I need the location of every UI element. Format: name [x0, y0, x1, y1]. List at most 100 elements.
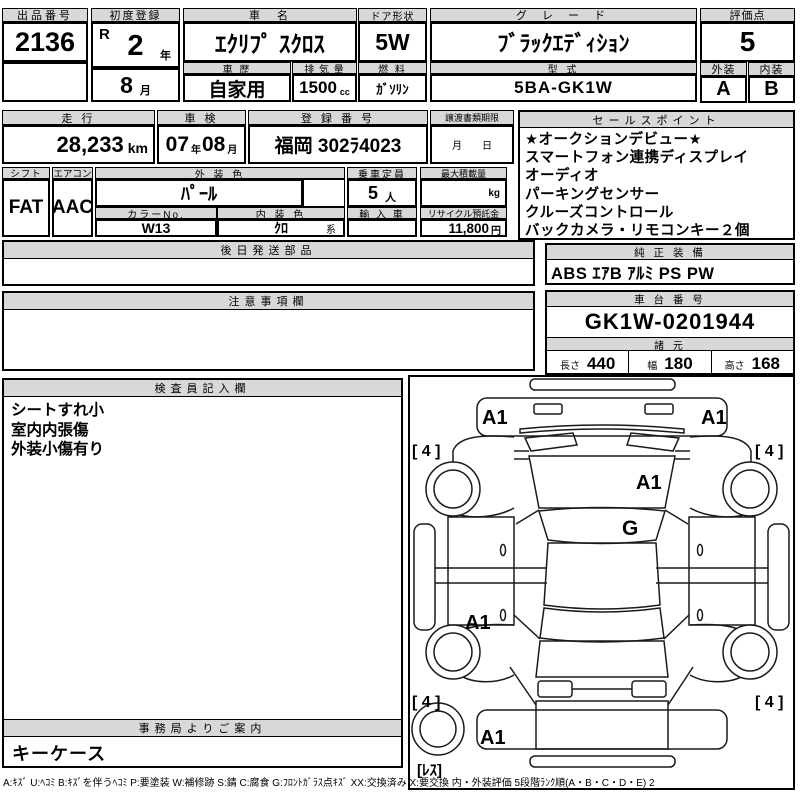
ext-color-value: ﾊﾟｰﾙ [95, 179, 303, 207]
car-name-header: 車 名 [183, 8, 357, 22]
sales-point-box: セールスポイント ★オークションデビュー★ スマートフォン連携ディスプレイ オー… [518, 110, 795, 240]
payload-header: 最大積載量 [420, 167, 507, 179]
ac-header: エアコン [52, 167, 93, 179]
shaken-header: 車 検 [157, 110, 246, 125]
spec-length-label: 長さ [560, 357, 580, 372]
diagram-tire-front-right: [ 4 ] [755, 443, 783, 460]
shaken-month: 08 [202, 133, 225, 157]
transfer-deadline-header: 譲渡書類期限 [430, 110, 514, 125]
displacement-value: 1500 [299, 78, 337, 98]
diagram-label-glass: G [622, 517, 638, 540]
auction-no-header: 出品番号 [2, 8, 88, 22]
capacity-value: 5 [368, 183, 378, 204]
first-reg-era: R [99, 26, 110, 43]
transfer-deadline-value: 月 日 [430, 125, 514, 164]
model-code-header: 型 式 [430, 62, 697, 74]
first-reg-year-cell: R 2 年 [91, 22, 180, 68]
first-reg-month: 8 [120, 72, 133, 99]
sales-point-header: セールスポイント [520, 112, 793, 128]
sales-point-line: パーキングセンサー [525, 186, 788, 204]
diagram-label-side-left: A1 [465, 612, 491, 634]
diagram-tire-rear-left: [ 4 ] [412, 694, 440, 711]
shaken-year: 07 [166, 133, 189, 157]
capacity-unit: 人 [385, 189, 396, 205]
specs-header: 諸 元 [547, 337, 793, 351]
auction-no-empty-cell [2, 62, 88, 102]
score-value: 5 [700, 22, 795, 62]
shaken-year-unit: 年 [191, 141, 201, 156]
inspector-box: 検査員記入欄 シートすれ小 室内内張傷 外装小傷有り 事務局よりご案内 キーケー… [2, 378, 403, 768]
spec-width-label: 幅 [647, 357, 657, 372]
spec-height-label: 高さ [725, 357, 745, 372]
recycle-value: 11,800 [448, 221, 489, 236]
car-name-value: ｴｸﾘﾌﾟ ｽｸﾛｽ [183, 22, 357, 62]
sales-point-line: オーディオ [525, 167, 788, 185]
car-diagram-box: A1 A1 A1 G A1 A1 [ 4 ] [ 4 ] [ 4 ] [ 4 ]… [408, 375, 795, 790]
fuel-header: 燃 料 [358, 62, 427, 74]
car-damage-diagram: A1 A1 A1 G A1 A1 [ 4 ] [ 4 ] [ 4 ] [ 4 ]… [410, 377, 793, 788]
sales-point-line: クルーズコントロール [525, 204, 788, 222]
inspector-line: 外装小傷有り [11, 440, 394, 460]
spec-length-value: 440 [587, 354, 615, 374]
ext-color-sub-cell [303, 179, 345, 207]
car-outline [412, 379, 789, 767]
spec-height-value: 168 [752, 354, 780, 374]
grade-header: グ レ ー ド [430, 8, 697, 22]
sales-point-line: スマートフォン連携ディスプレイ [525, 149, 788, 167]
spec-width-value: 180 [664, 354, 692, 374]
score-header: 評価点 [700, 8, 795, 22]
mileage-unit: km [128, 140, 148, 156]
diagram-label-front-right: A1 [701, 407, 727, 429]
mileage-header: 走 行 [2, 110, 155, 125]
capacity-value-cell: 5 人 [347, 179, 417, 207]
color-no-value: W13 [95, 219, 217, 237]
import-header: 輸 入 車 [347, 207, 417, 219]
first-reg-month-unit: 月 [140, 82, 151, 98]
first-reg-year-unit: 年 [160, 47, 171, 63]
first-reg-year: 2 [127, 30, 143, 63]
displacement-unit: cc [340, 87, 350, 97]
interior-grade-header: 内装 [748, 62, 795, 76]
genuine-equipment-box: 純 正 装 備 ABS ｴｱB ｱﾙﾐ PS PW [545, 243, 795, 285]
fuel-value: ｶﾞｿﾘﾝ [358, 74, 427, 102]
inspector-line: シートすれ小 [11, 401, 394, 421]
sales-point-lines: ★オークションデビュー★ スマートフォン連携ディスプレイ オーディオ パーキング… [520, 130, 793, 241]
diagram-label-hood: A1 [636, 472, 662, 494]
reg-no-header: 登 録 番 号 [248, 110, 428, 125]
history-header: 車 歴 [183, 62, 291, 74]
office-header: 事務局よりご案内 [4, 719, 401, 737]
shaken-month-unit: 月 [227, 141, 237, 156]
diagram-tire-rear-right: [ 4 ] [755, 694, 783, 711]
payload-value-cell: kg [420, 179, 507, 207]
sales-point-line: バックカメラ・リモコンキー２個 [525, 222, 788, 240]
model-code-value: 5BA-GK1W [430, 74, 697, 102]
color-no-header: カラーNo. [95, 207, 217, 219]
inspector-lines: シートすれ小 室内内張傷 外装小傷有り [4, 399, 401, 462]
office-note: キーケース [12, 740, 106, 766]
later-parts-box: 後日発送部品 [2, 240, 535, 286]
shaken-value-cell: 07 年 08 月 [157, 125, 246, 164]
door-shape-value: 5W [358, 22, 427, 62]
specs-row: 長さ 440 幅 180 高さ 168 [547, 351, 793, 377]
auction-no-value: 2136 [2, 22, 88, 62]
int-color-value-cell: ｸﾛ 系 [217, 219, 345, 237]
displacement-value-cell: 1500 cc [292, 74, 357, 102]
recycle-unit: 円 [491, 222, 501, 237]
mileage-value-cell: 28,233 km [2, 125, 155, 164]
grade-value: ﾌﾞﾗｯｸｴﾃﾞｨｼｮﾝ [430, 22, 697, 62]
chassis-no-value: GK1W-0201944 [547, 307, 793, 337]
first-reg-month-cell: 8 月 [91, 68, 180, 102]
payload-unit: kg [488, 188, 500, 199]
history-value: 自家用 [183, 74, 291, 102]
capacity-header: 乗車定員 [347, 167, 417, 179]
later-parts-header: 後日発送部品 [4, 242, 533, 259]
spec-width-cell: 幅 180 [629, 351, 711, 377]
diagram-label-front-left: A1 [482, 407, 508, 429]
mileage-value: 28,233 [56, 132, 123, 158]
genuine-equipment-header: 純 正 装 備 [547, 245, 793, 260]
shift-value: FAT [2, 179, 50, 237]
notes-box: 注意事項欄 [2, 291, 535, 371]
import-value-cell [347, 219, 417, 237]
reg-no-value: 福岡 302ﾗ4023 [248, 125, 428, 164]
int-color-value: ｸﾛ [274, 218, 288, 238]
